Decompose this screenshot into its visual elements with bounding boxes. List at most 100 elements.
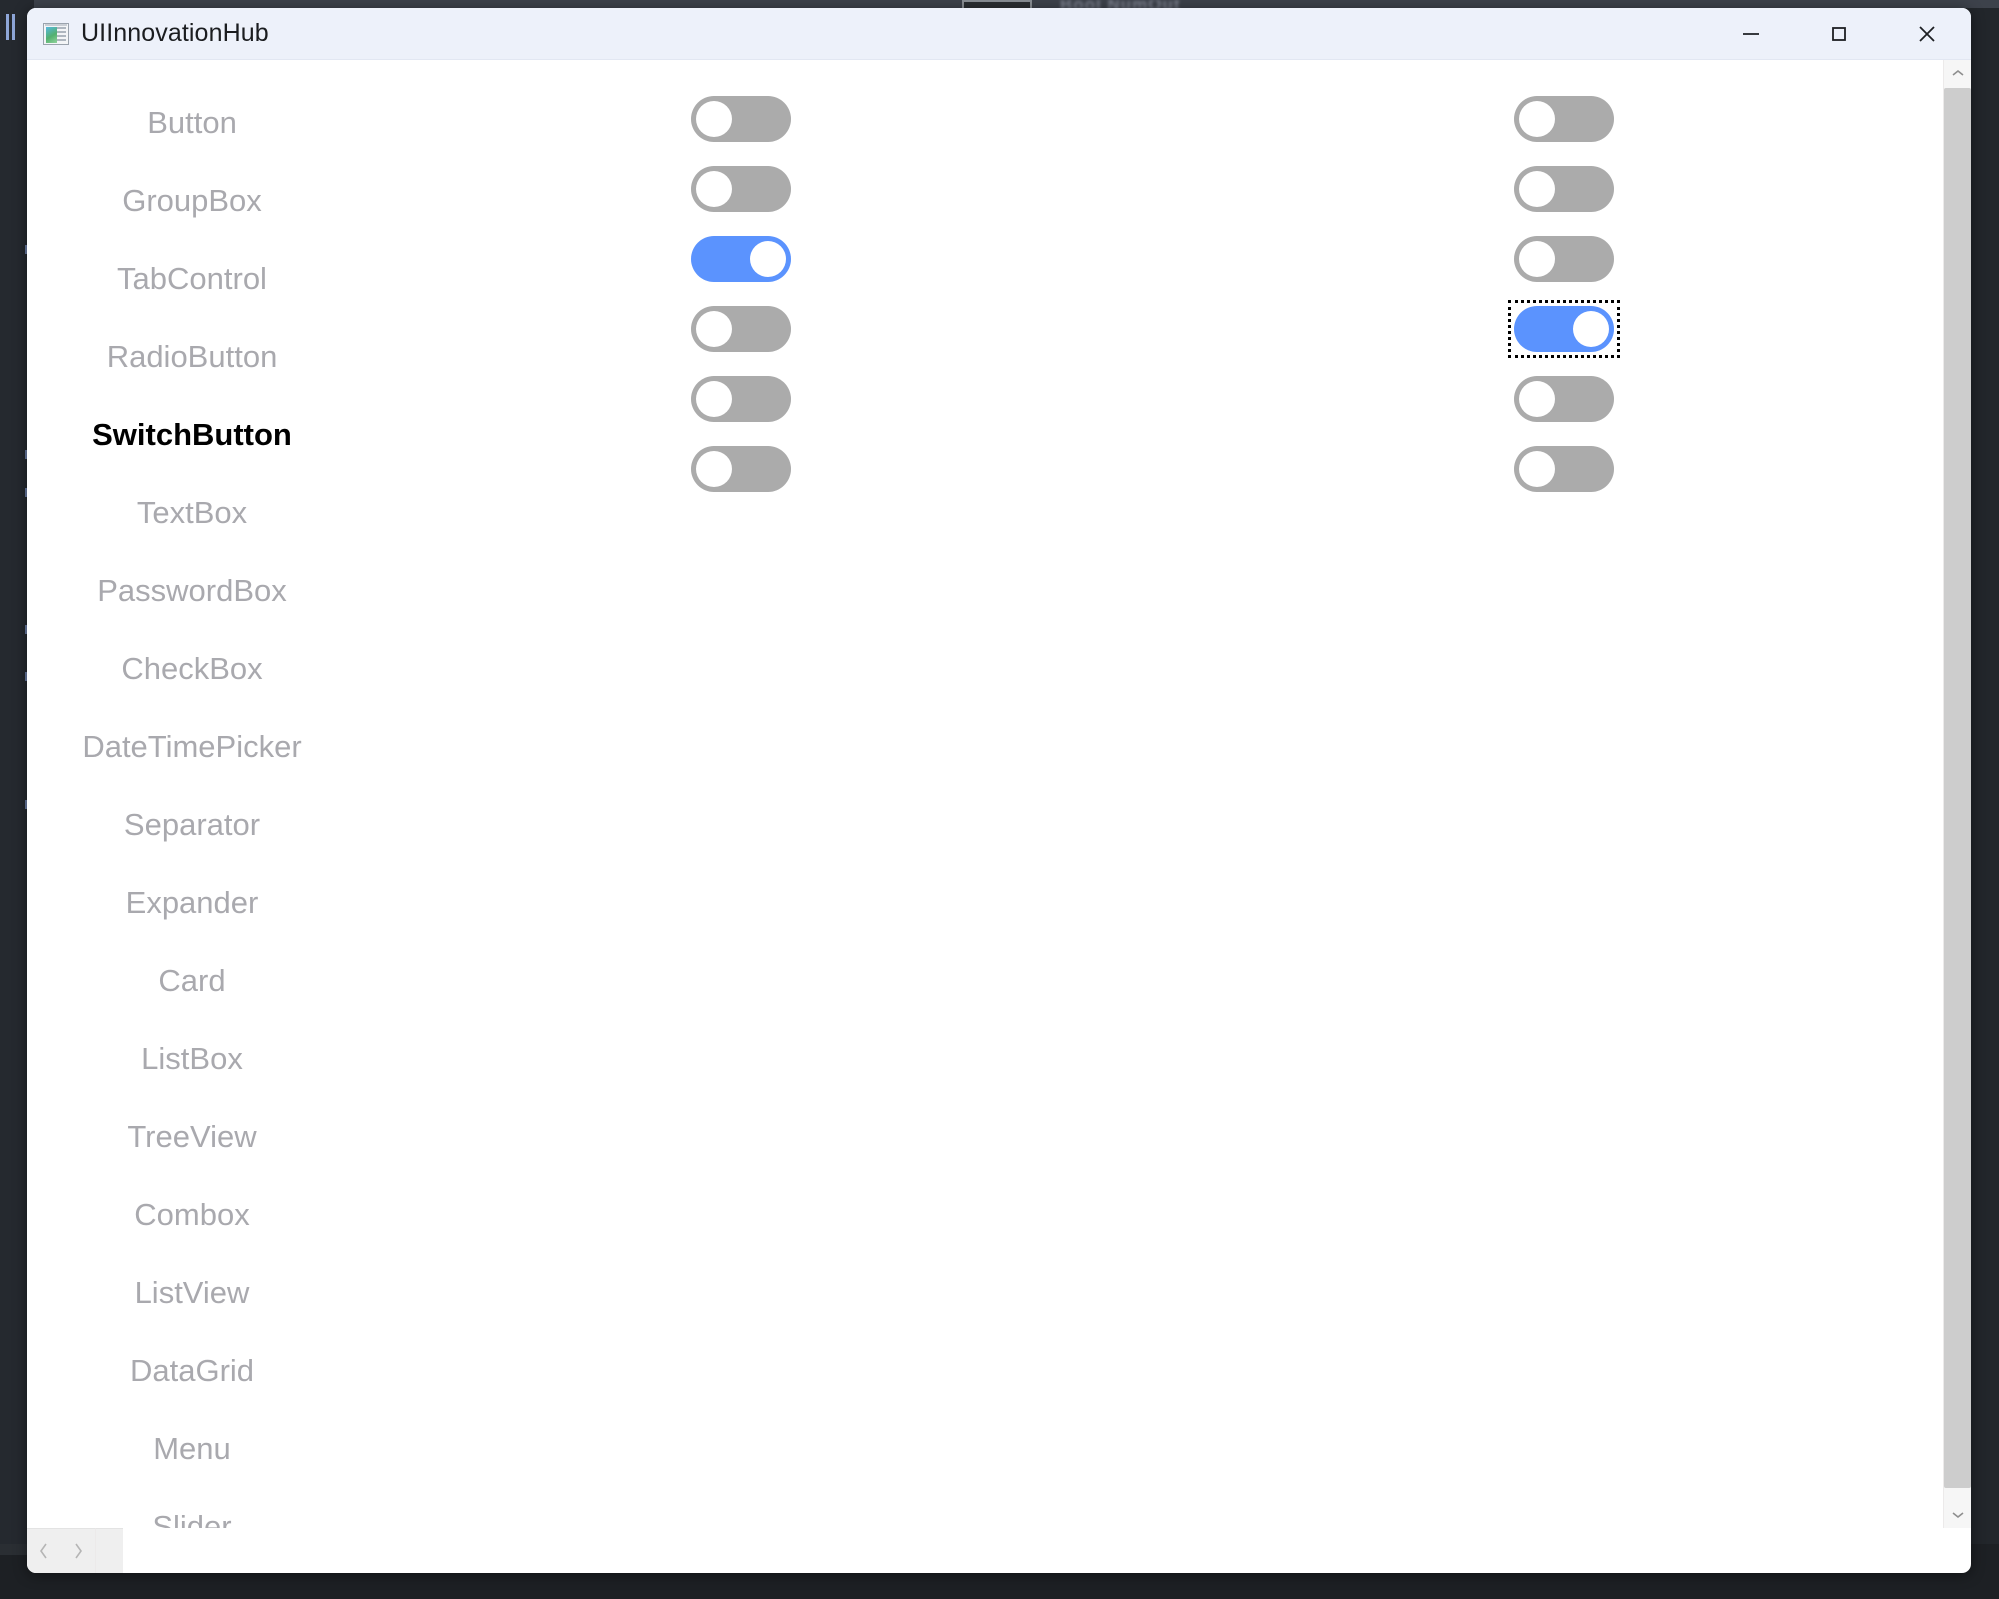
- nav-item-button[interactable]: Button: [27, 84, 357, 162]
- switch-row: [1510, 434, 1618, 504]
- vertical-scrollbar[interactable]: [1943, 60, 1971, 1528]
- switch-row: [1510, 84, 1618, 154]
- nav-item-label: Button: [147, 105, 237, 140]
- switch-wrapper: [687, 162, 795, 216]
- switch-row: [687, 224, 795, 294]
- switch-knob: [1519, 451, 1555, 487]
- switch-knob: [696, 381, 732, 417]
- app-icon-lines: [57, 26, 66, 43]
- nav-item-passwordbox[interactable]: PasswordBox: [27, 552, 357, 630]
- switch-left-4[interactable]: [691, 306, 791, 352]
- switch-left-5[interactable]: [691, 376, 791, 422]
- nav-item-slider[interactable]: Slider: [27, 1488, 357, 1528]
- window-body: Button GroupBox TabControl RadioButton Switc…: [27, 60, 1971, 1528]
- switch-row: [1510, 224, 1618, 294]
- scrollbar-corner: [95, 1528, 123, 1573]
- nav-item-treeview[interactable]: TreeView: [27, 1098, 357, 1176]
- switch-row: [687, 84, 795, 154]
- switch-row: [1508, 294, 1620, 364]
- switch-right-5[interactable]: [1514, 376, 1614, 422]
- switch-wrapper: [1510, 92, 1618, 146]
- nav-item-switchbutton[interactable]: SwitchButton: [27, 396, 357, 474]
- nav-item-groupbox[interactable]: GroupBox: [27, 162, 357, 240]
- nav-item-expander[interactable]: Expander: [27, 864, 357, 942]
- switch-wrapper: [1510, 372, 1618, 426]
- nav-item-label: Menu: [153, 1431, 231, 1466]
- switch-knob: [1519, 381, 1555, 417]
- content-area: Button GroupBox TabControl RadioButton Switc…: [27, 60, 1943, 1528]
- nav-item-label: PasswordBox: [97, 573, 287, 608]
- switch-knob: [750, 241, 786, 277]
- minimize-button[interactable]: [1707, 8, 1795, 60]
- title-bar[interactable]: UIInnovationHub: [27, 8, 1971, 60]
- switch-knob: [1519, 241, 1555, 277]
- switch-wrapper: [687, 442, 795, 496]
- close-button[interactable]: [1883, 8, 1971, 60]
- nav-item-separator[interactable]: Separator: [27, 786, 357, 864]
- nav-item-label: DataGrid: [129, 1353, 255, 1388]
- switch-knob: [696, 101, 732, 137]
- switch-wrapper: [1510, 162, 1618, 216]
- switch-knob: [696, 311, 732, 347]
- nav-item-card[interactable]: Card: [27, 942, 357, 1020]
- switch-row: [1510, 154, 1618, 224]
- horizontal-scrollbar[interactable]: [27, 1528, 95, 1573]
- nav-item-label: Slider: [152, 1509, 232, 1528]
- scroll-left-button[interactable]: [27, 1542, 61, 1560]
- window-controls: [1707, 8, 1971, 60]
- switch-row: [687, 294, 795, 364]
- switch-knob: [696, 171, 732, 207]
- desktop-background: Bool NumOut (; UIInnovationHub: [0, 0, 1999, 1599]
- nav-item-combox[interactable]: Combox: [27, 1176, 357, 1254]
- nav-item-datetimepicker[interactable]: DateTimePicker: [27, 708, 357, 786]
- switch-left-1[interactable]: [691, 96, 791, 142]
- switch-column-right: [1508, 84, 1620, 504]
- nav-item-label: Expander: [125, 885, 259, 920]
- window-title: UIInnovationHub: [81, 19, 269, 47]
- nav-item-label: Card: [158, 963, 226, 998]
- switch-right-2[interactable]: [1514, 166, 1614, 212]
- switch-right-1[interactable]: [1514, 96, 1614, 142]
- nav-item-label: ListView: [134, 1275, 250, 1310]
- switch-right-3[interactable]: [1514, 236, 1614, 282]
- switch-knob: [1519, 101, 1555, 137]
- switch-left-3[interactable]: [691, 236, 791, 282]
- nav-item-label: TreeView: [127, 1119, 257, 1154]
- switch-column-left: [687, 84, 795, 504]
- app-icon-titlebar-strip: [45, 23, 67, 26]
- switch-right-6[interactable]: [1514, 446, 1614, 492]
- nav-item-label: Combox: [134, 1197, 250, 1232]
- nav-item-label: GroupBox: [122, 183, 262, 218]
- nav-item-listbox[interactable]: ListBox: [27, 1020, 357, 1098]
- nav-item-tabcontrol[interactable]: TabControl: [27, 240, 357, 318]
- nav-item-radiobutton[interactable]: RadioButton: [27, 318, 357, 396]
- scroll-down-button[interactable]: [1944, 1502, 1971, 1528]
- nav-item-label: DateTimePicker: [82, 729, 302, 764]
- scroll-right-button[interactable]: [61, 1542, 95, 1560]
- nav-item-listview[interactable]: ListView: [27, 1254, 357, 1332]
- vertical-scroll-track[interactable]: [1944, 86, 1971, 1502]
- nav-item-label: ListBox: [141, 1041, 243, 1076]
- gutter-bar-1: [6, 14, 9, 40]
- switch-wrapper: [687, 372, 795, 426]
- nav-item-checkbox[interactable]: CheckBox: [27, 630, 357, 708]
- switch-wrapper: [687, 92, 795, 146]
- nav-item-label: RadioButton: [106, 339, 278, 374]
- maximize-button[interactable]: [1795, 8, 1883, 60]
- application-window: UIInnovationHub Button GroupBox TabContr…: [27, 8, 1971, 1573]
- scroll-up-button[interactable]: [1944, 60, 1971, 86]
- nav-item-textbox[interactable]: TextBox: [27, 474, 357, 552]
- switch-right-4[interactable]: [1514, 306, 1614, 352]
- nav-item-menu[interactable]: Menu: [27, 1410, 357, 1488]
- vertical-scroll-thumb[interactable]: [1944, 88, 1971, 1488]
- component-nav-list: Button GroupBox TabControl RadioButton Switc…: [27, 60, 357, 1528]
- switch-knob: [1573, 311, 1609, 347]
- switch-left-2[interactable]: [691, 166, 791, 212]
- switch-wrapper: [1510, 442, 1618, 496]
- nav-item-datagrid[interactable]: DataGrid: [27, 1332, 357, 1410]
- switch-left-6[interactable]: [691, 446, 791, 492]
- nav-item-label: TabControl: [117, 261, 267, 296]
- gutter-bar-2: [12, 14, 15, 40]
- switch-row: [687, 154, 795, 224]
- switch-wrapper: [687, 302, 795, 356]
